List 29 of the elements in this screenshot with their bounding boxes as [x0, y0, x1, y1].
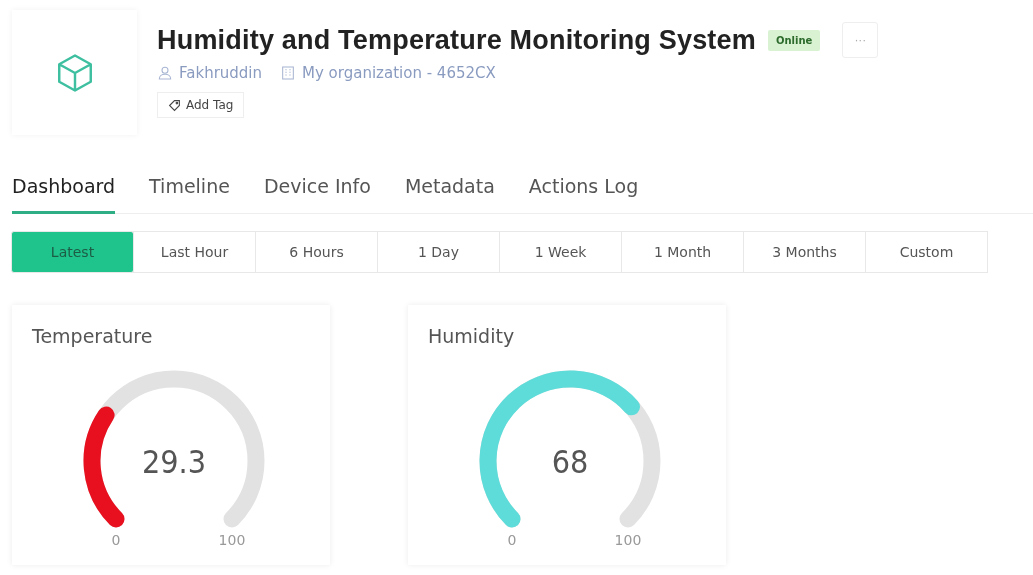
- tab[interactable]: Dashboard: [12, 175, 116, 214]
- tab[interactable]: Timeline: [149, 175, 230, 214]
- gauge-value: 29.3: [141, 443, 207, 481]
- time-range-button[interactable]: 1 Month: [621, 231, 744, 273]
- gauge-max-label: 100: [218, 532, 246, 548]
- gauge-value: 68: [551, 443, 589, 481]
- gauge-max-label: 100: [614, 532, 642, 548]
- user-icon: [157, 65, 173, 81]
- gauge-min-label: 0: [507, 532, 517, 548]
- gauge-title: Humidity: [428, 325, 516, 347]
- add-tag-button[interactable]: Add Tag: [157, 92, 245, 118]
- time-range-button[interactable]: 6 Hours: [255, 231, 378, 273]
- tab[interactable]: Device Info: [263, 175, 371, 214]
- gauge-title: Temperature: [32, 325, 154, 347]
- time-range-button[interactable]: 1 Week: [499, 231, 622, 273]
- tab[interactable]: Metadata: [404, 175, 495, 214]
- status-label: Online: [768, 29, 821, 51]
- time-range-button[interactable]: 1 Day: [377, 231, 500, 273]
- time-range-button[interactable]: Latest: [11, 231, 134, 273]
- time-range-button[interactable]: 3 Months: [743, 231, 866, 273]
- time-range-button[interactable]: Last Hour: [133, 231, 256, 273]
- time-range-button[interactable]: Custom: [865, 231, 988, 273]
- building-icon: [280, 65, 297, 81]
- organization-name: My organization - 4652CX: [302, 64, 496, 82]
- owner-name: Fakhruddin: [179, 64, 263, 82]
- gauge-min-label: 0: [111, 532, 121, 548]
- tab[interactable]: Actions Log: [528, 175, 639, 214]
- tag-icon: [168, 98, 181, 112]
- device-title: Humidity and Temperature Monitoring System: [157, 24, 756, 56]
